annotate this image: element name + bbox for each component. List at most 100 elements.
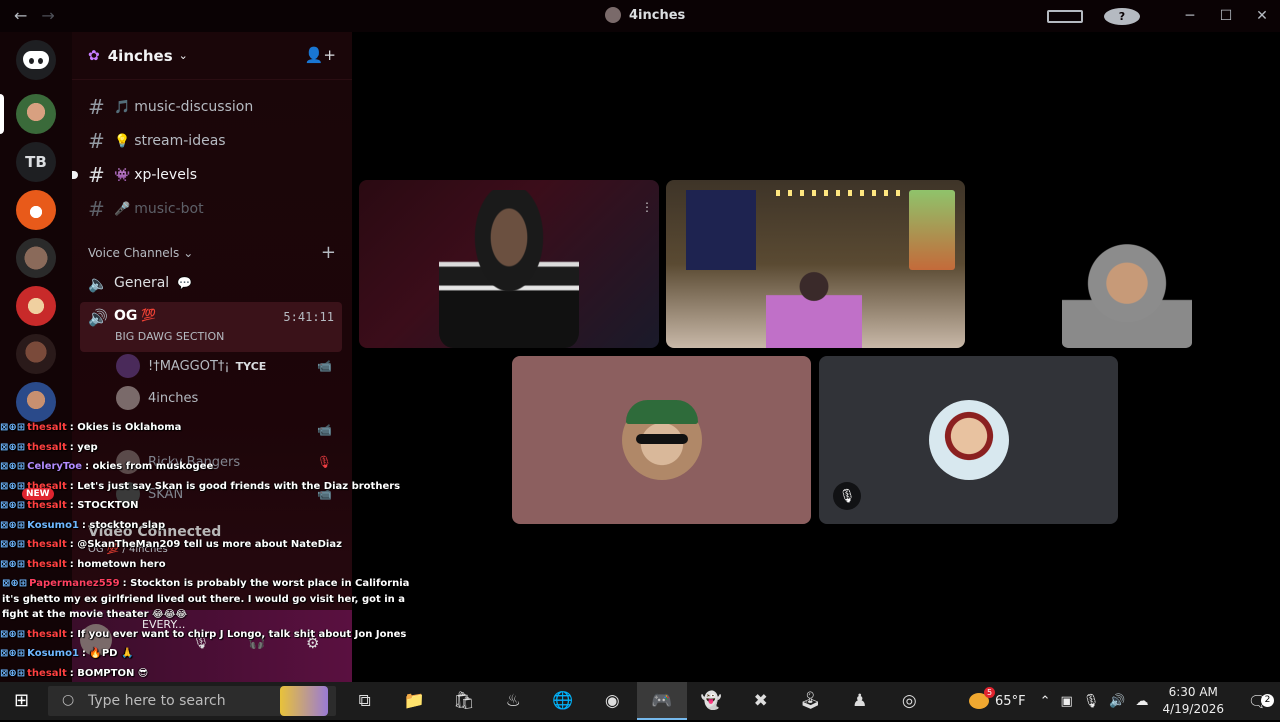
channel-stream-ideas[interactable]: # 💡 stream-ideas [80,125,342,157]
notification-center-icon[interactable]: 🗨2 [1236,692,1280,711]
invite-people-icon[interactable]: 👤+ [305,46,336,64]
server-icon-4[interactable] [16,238,56,278]
server-tb[interactable]: TB [16,142,56,182]
chat-message: ⊠⊕⊞thesalt: yep [0,438,420,458]
chevron-down-icon: ⌄ [179,49,188,62]
chat-message: ⊠⊕⊞Kosumo1: stockton slap [0,516,420,536]
chat-message: ⊠⊕⊞thesalt: If you ever want to chirp J … [0,625,420,645]
snapchat-icon[interactable]: 👻 [687,682,737,720]
channel-emoji: 💯 [141,308,156,322]
chat-bubble-icon[interactable]: 💬 [177,276,192,290]
store-icon[interactable]: 🛍 [439,682,489,720]
chevron-down-icon: ⌄ [183,246,193,260]
server-icon-3[interactable] [16,190,56,230]
more-options-icon[interactable]: ⋮ [641,200,653,214]
chat-badges-icon: ⊠⊕⊞ [0,629,25,640]
steam-icon[interactable]: ♨ [489,682,539,720]
edge-icon[interactable]: 🌐 [538,682,588,720]
obs-icon[interactable]: ◉ [588,682,638,720]
inbox-icon[interactable] [1047,10,1083,23]
weather-widget[interactable]: 5 65°F [969,693,1026,709]
video-tile-2[interactable] [666,180,965,348]
channel-music-discussion[interactable]: # 🎵 music-discussion [80,91,342,123]
voice-user[interactable]: !†MAGGOT†¡ TYCE 📹 [116,351,342,381]
chat-text: : STOCKTON [70,500,139,511]
taskbar-clock[interactable]: 6:30 AM 4/19/2026 [1162,684,1224,718]
participant-video [1062,240,1192,348]
controller-icon[interactable]: 🕹 [786,682,836,720]
discord-home-button[interactable] [16,40,56,80]
chat-username: Papermanez559 [29,578,119,589]
close-button[interactable]: ✕ [1244,8,1280,24]
server-icon-1[interactable] [16,94,56,134]
voice-user[interactable]: 4inches [116,383,342,413]
video-call-stage: ⋮ 🎙 [352,32,1280,682]
avatar-tile-2[interactable]: 🎙 [819,356,1118,524]
back-arrow-icon[interactable]: ← [14,6,27,25]
create-channel-icon[interactable]: + [321,242,336,263]
system-tray: 5 65°F ⌃ ▣ 🎙 🔊 ☁ 6:30 AM 4/19/2026 🗨2 [969,682,1280,720]
weather-temp: 65°F [995,694,1026,709]
chat-badges-icon: ⊠⊕⊞ [0,481,25,492]
chat-username: thesalt [27,539,67,550]
chevron-up-icon[interactable]: ⌃ [1040,694,1051,709]
voice-channel-og[interactable]: 🔊 OG 💯 5:41:11 BIG DAWG SECTION [80,302,342,352]
file-explorer-icon[interactable]: 📁 [390,682,440,720]
voice-channel-status: BIG DAWG SECTION [115,330,224,343]
chat-text: : BOMPTON 😎 [70,668,148,679]
server-icon-5[interactable] [16,286,56,326]
clock-date: 4/19/2026 [1162,701,1224,718]
avatar-tile-1[interactable] [512,356,811,524]
minimize-button[interactable]: ─ [1172,8,1208,24]
voice-channel-general[interactable]: 🔈 General 💬 [80,268,342,298]
chat-badges-icon: ⊠⊕⊞ [2,578,27,589]
search-highlight-icon[interactable] [280,686,328,716]
avatar-sunglasses [636,434,688,444]
chat-text: : stockton slap [82,520,165,531]
xbox-icon[interactable]: ✖ [736,682,786,720]
new-badge: NEW [22,488,54,500]
windows-start-icon[interactable]: ⊞ [14,690,34,710]
server-icon-6[interactable] [16,334,56,374]
guild-header[interactable]: ✿ 4inches ⌄ 👤+ [72,32,352,80]
clock-time: 6:30 AM [1162,684,1224,701]
speaker-active-icon: 🔊 [88,308,114,327]
discord-icon[interactable]: 🎮 [637,682,687,720]
voice-user-name: !†MAGGOT†¡ [148,359,230,374]
chat-message: ⊠⊕⊞thesalt: STOCKTON [0,496,420,516]
chat-message: ⊠⊕⊞thesalt: hometown hero [0,555,420,575]
chat-text: : If you ever want to chirp J Longo, tal… [70,629,407,640]
taskbar-apps: ⧉📁🛍♨🌐◉🎮👻✖🕹♟◎ [340,682,934,720]
notification-count: 2 [1261,694,1274,707]
task-view-icon[interactable]: ⧉ [340,682,390,720]
voice-channels-header[interactable]: Voice Channels ⌄ [88,246,193,260]
server-icon-7[interactable] [16,382,56,422]
app-icon[interactable]: ◎ [885,682,935,720]
channel-emoji: 🎤 [114,202,130,217]
video-tile-3[interactable] [967,180,1280,348]
chat-text: : @SkanTheMan209 tell us more about Nate… [70,539,342,550]
channel-name: music-discussion [134,99,253,115]
forward-arrow-icon[interactable]: → [41,6,54,25]
chat-text: : yep [70,442,98,453]
channel-xp-levels[interactable]: # 👾 xp-levels [80,159,342,191]
video-camera-icon: 📹 [317,359,332,373]
chat-text: : okies from muskogee [85,461,213,472]
participant-video [766,266,862,348]
chat-text: : Let's just say Skan is good friends wi… [70,481,400,492]
chat-username: thesalt [27,422,67,433]
device-icon[interactable]: ▣ [1060,694,1072,709]
mic-tray-icon[interactable]: 🎙 [1083,694,1100,709]
channel-music-bot[interactable]: # 🎤 music-bot [80,193,342,225]
help-icon[interactable]: ? [1104,8,1140,25]
channel-name: xp-levels [134,167,197,183]
guild-icon [605,7,621,23]
chat-message: ⊠⊕⊞thesalt: BOMPTON 😎 [0,664,420,684]
chat-username: thesalt [27,559,67,570]
video-tile-1[interactable]: ⋮ [359,180,659,348]
volume-icon[interactable]: 🔊 [1109,694,1125,709]
channel-name: music-bot [134,201,203,217]
chess-icon[interactable]: ♟ [835,682,885,720]
network-icon[interactable]: ☁ [1135,694,1148,709]
maximize-button[interactable]: ☐ [1208,8,1244,24]
